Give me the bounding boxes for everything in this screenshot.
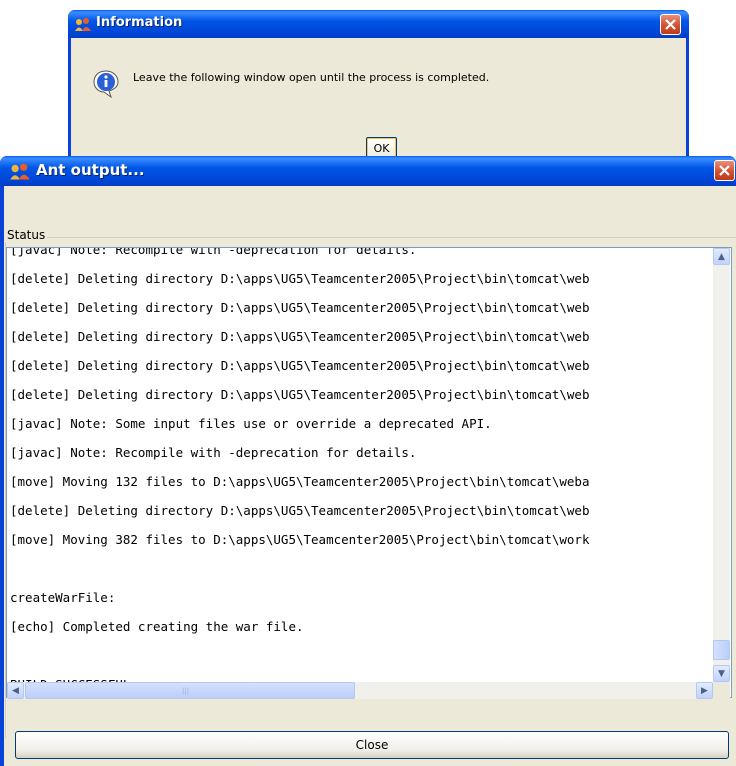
log-line: [delete] Deleting directory D:\apps\UG5\… bbox=[10, 387, 590, 402]
close-icon bbox=[665, 19, 676, 30]
log-line: [delete] Deleting directory D:\apps\UG5\… bbox=[10, 300, 590, 315]
log-line: [javac] Note: Some input files use or ov… bbox=[10, 416, 492, 431]
scrollbar-corner bbox=[713, 682, 730, 699]
scroll-left-button[interactable]: ◀ bbox=[7, 682, 24, 699]
chevron-left-icon: ◀ bbox=[12, 685, 19, 696]
vertical-scroll-thumb[interactable] bbox=[713, 640, 730, 660]
log-line: [delete] Deleting directory D:\apps\UG5\… bbox=[10, 503, 590, 518]
app-logo-icon bbox=[9, 161, 31, 185]
ant-output-title: Ant output... bbox=[36, 161, 145, 179]
information-message: Leave the following window open until th… bbox=[133, 71, 490, 84]
log-line: [delete] Deleting directory D:\apps\UG5\… bbox=[10, 358, 590, 373]
chevron-right-icon: ▶ bbox=[701, 685, 708, 696]
chevron-up-icon: ▲ bbox=[718, 251, 725, 262]
horizontal-scroll-thumb[interactable]: ||| bbox=[25, 682, 355, 699]
log-line: [echo] Completed creating the war file. bbox=[10, 619, 304, 634]
log-line: [move] Moving 132 files to D:\apps\UG5\T… bbox=[10, 474, 590, 489]
log-line: [move] Moving 382 files to D:\apps\UG5\T… bbox=[10, 532, 590, 547]
scroll-right-button[interactable]: ▶ bbox=[696, 682, 713, 699]
horizontal-scrollbar[interactable]: ◀ ||| ▶ bbox=[7, 682, 713, 699]
information-body: Leave the following window open until th… bbox=[71, 38, 686, 167]
information-title: Information bbox=[96, 15, 183, 30]
information-dialog: Information Leave the following window o… bbox=[68, 10, 689, 170]
scroll-up-button[interactable]: ▲ bbox=[713, 248, 730, 265]
information-close-button[interactable] bbox=[660, 14, 681, 35]
log-line: createWarFile: bbox=[10, 590, 116, 605]
ant-output-titlebar[interactable]: Ant output... bbox=[0, 156, 736, 186]
information-titlebar[interactable]: Information bbox=[68, 10, 689, 38]
app-logo-icon bbox=[74, 16, 92, 36]
vertical-scrollbar[interactable]: ▲ ▼ bbox=[713, 248, 730, 682]
grip-icon: ||| bbox=[182, 687, 190, 695]
log-line: [delete] Deleting directory D:\apps\UG5\… bbox=[10, 329, 590, 344]
ant-output-close-x-button[interactable] bbox=[714, 160, 735, 181]
log-lines: [javac] Note: Recompile with -deprecatio… bbox=[10, 247, 590, 697]
scroll-down-button[interactable]: ▼ bbox=[713, 665, 730, 682]
close-icon bbox=[719, 165, 730, 176]
info-icon bbox=[91, 68, 121, 102]
log-line: [javac] Note: Recompile with -deprecatio… bbox=[10, 445, 417, 460]
status-label: Status bbox=[5, 228, 48, 242]
log-text-area[interactable]: [javac] Note: Recompile with -deprecatio… bbox=[6, 247, 732, 698]
close-button[interactable]: Close bbox=[15, 731, 729, 759]
log-line: [delete] Deleting directory D:\apps\UG5\… bbox=[10, 271, 590, 286]
chevron-down-icon: ▼ bbox=[718, 668, 725, 679]
log-line: [javac] Note: Recompile with -deprecatio… bbox=[10, 247, 417, 257]
